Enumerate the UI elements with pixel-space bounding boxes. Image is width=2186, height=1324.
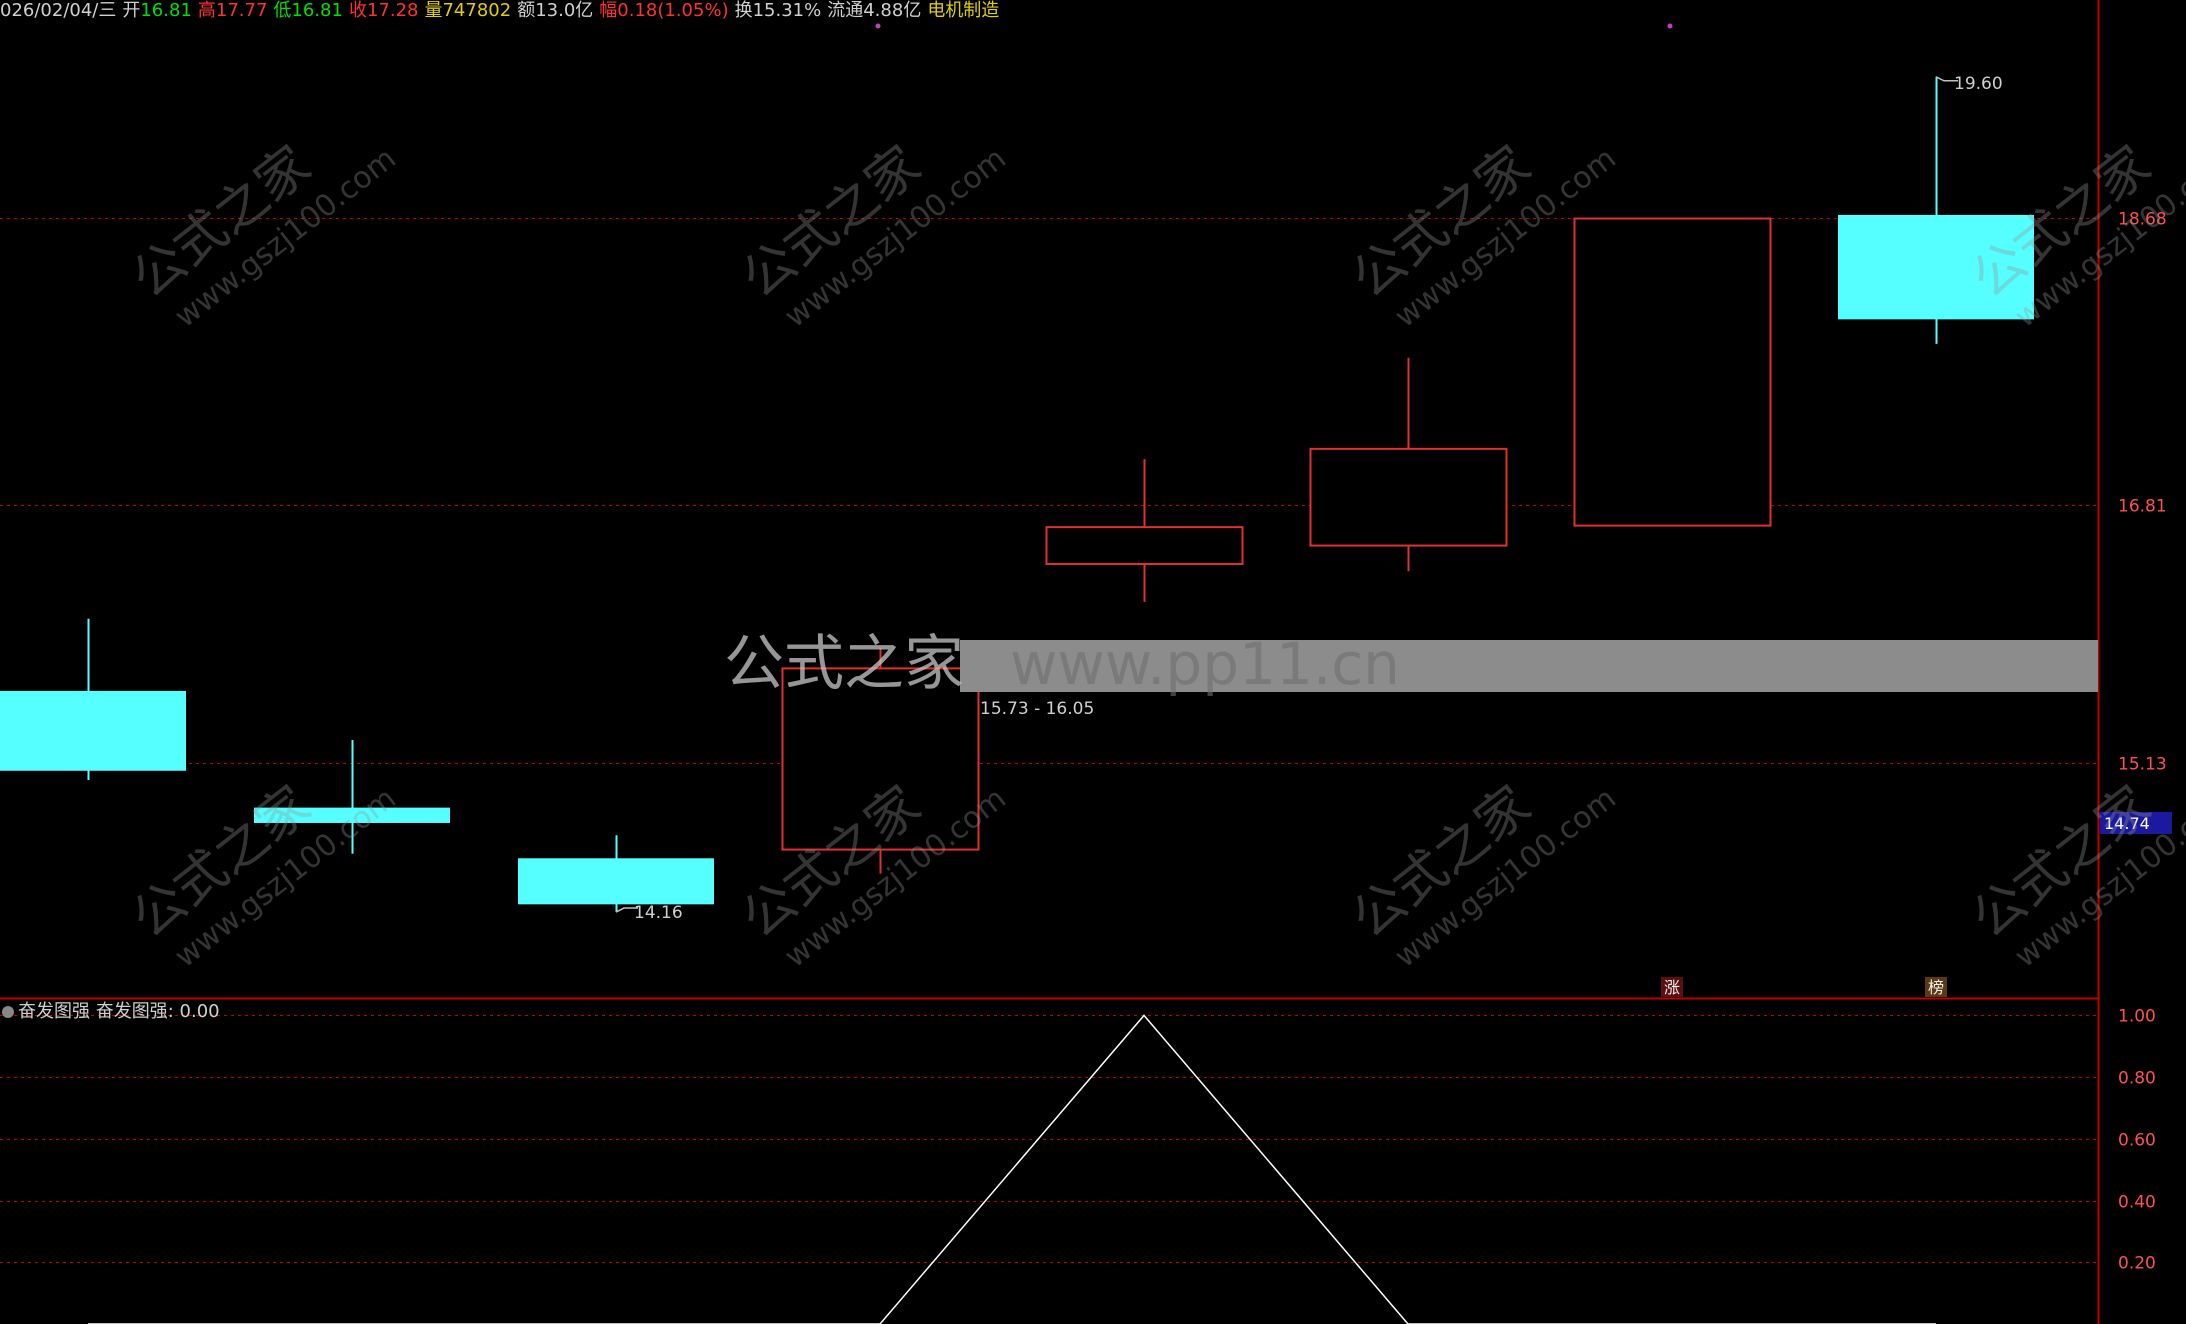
float-label: 流通	[827, 0, 864, 21]
amount-label: 额	[517, 0, 536, 21]
signal-marker: 涨	[1661, 977, 1683, 997]
candle	[0, 618, 186, 780]
change-value: 0.18(1.05%)	[617, 0, 729, 21]
indicator-tick-label: 0.60	[2118, 1131, 2156, 1151]
turnover-value: 15.31%	[752, 0, 822, 21]
sector-label: 电机制造	[927, 0, 1000, 21]
signal-marker-label: 榜	[1928, 978, 1944, 997]
top-marker-dot	[875, 23, 881, 29]
volume-label: 量	[424, 0, 443, 21]
indicator-line	[88, 1014, 1936, 1324]
candle	[1045, 459, 1244, 602]
indicator-readout-label: 奋发图强:	[95, 1001, 174, 1022]
indicator-title-bar: 奋发图强 奋发图强: 0.00	[0, 1000, 220, 1024]
diagonal-watermark: 公式之家www.gszj100.com	[1341, 775, 1623, 975]
indicator-tick-label: 1.00	[2118, 1007, 2156, 1027]
top-marker-dot	[1667, 23, 1673, 29]
candle-body-up	[1045, 526, 1244, 565]
high-value: 17.77	[215, 0, 268, 21]
low-value: 16.81	[291, 0, 343, 21]
high-label: 高	[197, 0, 216, 21]
price-tick-label: 15.13	[2118, 755, 2167, 775]
close-value: 17.28	[366, 0, 419, 21]
price-callout-label: 14.16	[634, 903, 683, 923]
indicator-tick-label: 0.80	[2118, 1069, 2156, 1089]
candle	[1573, 217, 1772, 527]
watermark-band-url: www.pp11.cn	[1010, 630, 1400, 698]
diagonal-watermark: 公式之家www.gszj100.com	[731, 135, 1013, 335]
quote-info-bar: 026/02/04/三 开16.81 高17.77 低16.81 收17.28 量7478…	[0, 0, 1005, 22]
indicator-name[interactable]: 奋发图强	[18, 1001, 90, 1022]
open-label: 开	[122, 0, 141, 21]
diagonal-watermark: 公式之家www.gszj100.com	[121, 135, 403, 335]
float-value: 4.88亿	[863, 0, 922, 21]
candle-body-down	[0, 690, 186, 771]
indicator-tick-label: 0.20	[2118, 1254, 2156, 1274]
candle-body-up	[1309, 447, 1508, 547]
indicator-readout-value: 0.00	[179, 1001, 220, 1022]
close-label: 收	[348, 0, 367, 21]
indicator-tick-label: 0.40	[2118, 1193, 2156, 1213]
change-label: 幅	[599, 0, 618, 21]
signal-marker: 榜	[1925, 977, 1947, 997]
low-label: 低	[273, 0, 292, 21]
signal-marker-label: 涨	[1664, 978, 1680, 997]
candle	[518, 835, 714, 913]
candle-body-up	[1573, 217, 1772, 527]
quote-date: 026/02/04/三	[0, 0, 117, 21]
chart-canvas[interactable]: 14.1619.60涨 榜15.73 - 16.05 18.6816.8115.1…	[0, 0, 2186, 1324]
range-label: 15.73 - 16.05	[980, 699, 1094, 719]
open-value: 16.81	[140, 0, 192, 21]
candle	[1309, 357, 1508, 572]
indicator-toggle-icon[interactable]	[2, 1006, 14, 1018]
turnover-label: 换	[734, 0, 753, 21]
watermark-band-cn: 公式之家	[724, 629, 964, 699]
volume-value: 747802	[442, 0, 512, 21]
candle-body-down	[518, 858, 714, 905]
amount-value: 13.0亿	[535, 0, 594, 21]
price-callout-label: 19.60	[1954, 74, 2003, 94]
indicator-line-series	[87, 1014, 1937, 1324]
price-tick-label: 16.81	[2118, 497, 2167, 517]
price-axis: 18.6816.8115.1314.741.000.800.600.400.20	[2100, 210, 2172, 1274]
